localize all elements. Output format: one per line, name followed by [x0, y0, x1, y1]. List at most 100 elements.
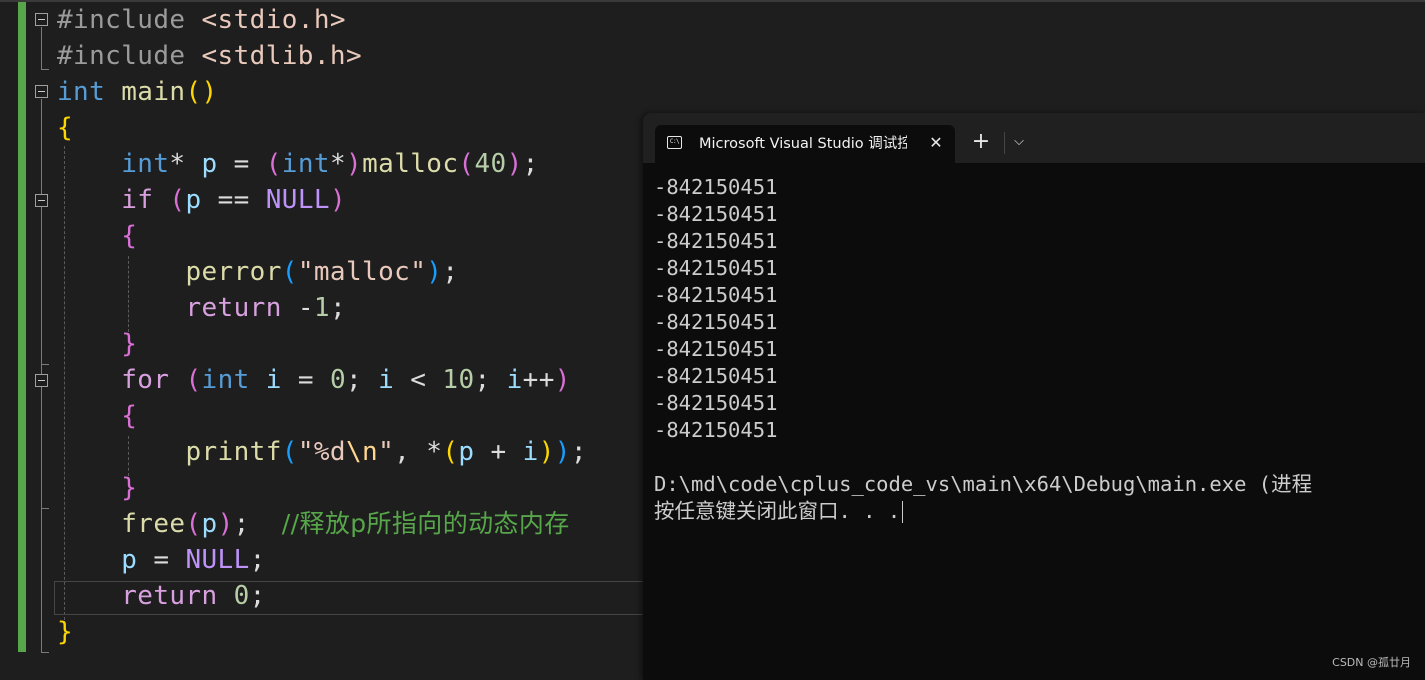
code-line: } — [57, 614, 73, 650]
code-line: if (p == NULL) — [57, 182, 346, 218]
change-tracking-bar — [18, 2, 26, 652]
fold-line-end — [41, 364, 49, 365]
code-token: } — [121, 473, 138, 503]
code-token: #include — [57, 5, 202, 35]
code-token: = — [217, 149, 266, 179]
new-tab-button[interactable]: + — [969, 130, 993, 154]
code-token: perror — [185, 257, 282, 287]
code-token: printf — [185, 437, 282, 467]
output-line: -842150451 — [654, 418, 778, 442]
exe-path-line: D:\md\code\cplus_code_vs\main\x64\Debug\… — [654, 472, 1313, 496]
titlebar-separator — [1004, 132, 1005, 154]
code-token: p — [458, 437, 475, 467]
code-token: i — [265, 365, 282, 395]
code-token: <stdio.h> — [201, 5, 346, 35]
code-line: { — [57, 218, 137, 254]
collapse-include-toggle[interactable] — [35, 13, 48, 26]
code-token: ( — [281, 437, 298, 467]
code-line: } — [57, 470, 137, 506]
press-key-line: 按任意键关闭此窗口. . . — [654, 498, 1424, 525]
code-token: == — [201, 185, 266, 215]
code-token: if — [121, 185, 154, 215]
code-token: NULL — [185, 545, 250, 575]
chevron-down-icon[interactable]: ⌵ — [1009, 130, 1029, 154]
code-token: p — [185, 185, 202, 215]
fold-line-end — [41, 652, 49, 653]
code-token: ; — [346, 365, 379, 395]
terminal-tab[interactable]: C:\ Microsoft Visual Studio 调试控制台 ✕ — [655, 125, 955, 163]
press-key-text: 按任意键关闭此窗口. . . — [654, 499, 901, 523]
collapse-main-toggle[interactable] — [35, 85, 48, 98]
code-token: - — [281, 293, 314, 323]
code-line: #include <stdio.h> — [57, 2, 346, 38]
csdn-watermark: CSDN @孤廿月 — [1332, 656, 1411, 669]
code-token: malloc — [362, 149, 459, 179]
code-token: p — [201, 509, 218, 539]
code-token: 40 — [474, 149, 507, 179]
code-token: 10 — [442, 365, 475, 395]
code-token: ) — [217, 509, 234, 539]
code-token: int — [121, 149, 170, 179]
code-token: ( — [281, 257, 298, 287]
code-line: for (int i = 0; i < 10; i++) — [57, 362, 571, 398]
code-line: return -1; — [57, 290, 346, 326]
code-token: } — [57, 617, 74, 647]
code-token: ) — [554, 437, 571, 467]
output-line: -842150451 — [654, 229, 778, 253]
code-token: ; — [249, 545, 266, 575]
output-line: -842150451 — [654, 283, 778, 307]
code-line: return 0; — [57, 578, 266, 614]
fold-line-end — [41, 508, 49, 509]
terminal-output[interactable]: -842150451 -842150451 -842150451 -842150… — [654, 174, 1424, 525]
code-token: free — [121, 509, 186, 539]
code-token: i — [506, 365, 523, 395]
code-token: int — [281, 149, 330, 179]
code-token: i — [378, 365, 395, 395]
collapse-for-toggle[interactable] — [35, 374, 48, 387]
output-line: -842150451 — [654, 256, 778, 280]
code-line: free(p); //释放p所指向的动态内存 — [57, 506, 570, 542]
code-token: for — [121, 365, 170, 395]
close-tab-icon[interactable]: ✕ — [925, 132, 947, 154]
code-line: printf("%d\n", *(p + i)); — [57, 434, 587, 470]
console-icon: C:\ — [667, 136, 682, 149]
code-token: int — [201, 365, 250, 395]
code-token: { — [121, 221, 138, 251]
code-token: <stdlib.h> — [201, 41, 363, 71]
terminal-titlebar: C:\ Microsoft Visual Studio 调试控制台 ✕ + ⌵ — [643, 113, 1425, 163]
code-token: { — [57, 113, 74, 143]
code-token: ( — [185, 365, 202, 395]
code-line: { — [57, 110, 73, 146]
collapse-if-toggle[interactable] — [35, 194, 48, 207]
code-token: ) — [329, 185, 347, 215]
output-line: -842150451 — [654, 337, 778, 361]
code-line: p = NULL; — [57, 542, 266, 578]
code-token: ( — [169, 185, 186, 215]
code-line: int* p = (int*)malloc(40); — [57, 146, 539, 182]
debug-console-window[interactable]: C:\ Microsoft Visual Studio 调试控制台 ✕ + ⌵ … — [643, 113, 1425, 680]
code-token: return — [121, 581, 218, 611]
code-token: ) — [538, 437, 555, 467]
code-token: return — [185, 293, 282, 323]
code-token: "malloc" — [297, 257, 427, 287]
code-line: { — [57, 398, 137, 434]
code-token: + — [474, 437, 523, 467]
text-cursor — [902, 501, 904, 523]
code-token: ; — [442, 257, 459, 287]
code-token: ( — [442, 437, 459, 467]
code-token: = — [281, 365, 330, 395]
code-token: " — [378, 437, 395, 467]
code-token: } — [121, 329, 138, 359]
